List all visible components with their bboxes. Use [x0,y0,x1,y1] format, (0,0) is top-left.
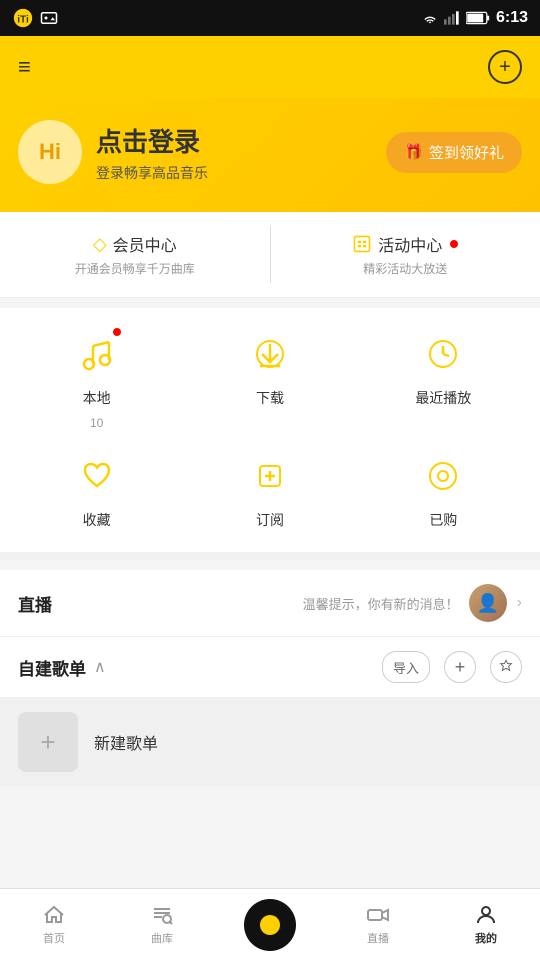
download-item[interactable]: 下载 [230,328,310,430]
purchased-label: 已购 [429,510,457,530]
subscribe-label: 订阅 [256,510,284,530]
membership-row: ◇ 会员中心 开通会员畅享千万曲库 活动中心 精彩活动大放送 [0,212,540,298]
vip-subtitle: 开通会员畅享千万曲库 [75,260,195,277]
nav-library[interactable]: 曲库 [108,903,216,946]
activity-subtitle: 精彩活动大放送 [363,260,447,277]
nav-profile[interactable]: 我的 [432,903,540,946]
nav-play-center[interactable] [216,899,324,951]
heart-icon [79,458,115,494]
activity-badge [450,240,458,248]
new-playlist-icon: + [18,712,78,772]
import-button[interactable]: 导入 [382,651,430,683]
purchased-icon [425,458,461,494]
app-icon: iTi [12,7,34,29]
playlist-title: 自建歌单 [18,655,86,680]
status-bar: iTi 6:13 [0,0,540,36]
local-music-item[interactable]: 本地 10 [57,328,137,430]
activity-icon [352,234,372,254]
live-chevron: › [517,594,522,612]
gear-icon [498,659,514,675]
activity-title: 活动中心 [378,232,442,256]
signal-icon [444,10,460,26]
nav-home-label: 首页 [43,930,65,946]
vip-title: 会员中心 [113,232,177,256]
banner-title: 点击登录 [96,122,208,159]
home-icon [42,903,66,927]
status-right: 6:13 [422,9,528,27]
local-label: 本地 [83,388,111,408]
bottom-navigation: 首页 曲库 直播 我的 [0,888,540,960]
nav-live-label: 直播 [367,930,389,946]
login-banner[interactable]: Hi 点击登录 登录畅享高品音乐 🎁 签到领好礼 [0,98,540,212]
download-icon [252,336,288,372]
svg-text:iTi: iTi [17,15,29,26]
sign-in-button[interactable]: 🎁 签到领好礼 [386,132,522,173]
avatar: Hi [18,120,82,184]
profile-icon [474,903,498,927]
video-icon [366,903,390,927]
menu-button[interactable]: ≡ [18,54,31,80]
add-button[interactable]: + [488,50,522,84]
function-grid-row1: 本地 10 下载 最近播放 [0,308,540,440]
recent-play-icon [425,336,461,372]
play-icon [260,915,280,935]
nav-home[interactable]: 首页 [0,903,108,946]
activity-center-item[interactable]: 活动中心 精彩活动大放送 [271,226,540,283]
subscribe-item[interactable]: 订阅 [230,450,310,530]
live-section[interactable]: 直播 温馨提示，你有新的消息！ 👤 › [0,570,540,637]
battery-icon [466,11,490,25]
download-label: 下载 [256,388,284,408]
new-playlist-label: 新建歌单 [94,730,158,754]
nav-profile-label: 我的 [475,930,497,946]
local-count: 10 [90,416,103,430]
favorites-label: 收藏 [83,510,111,530]
new-playlist-item[interactable]: + 新建歌单 [0,698,540,786]
photo-icon [40,11,58,25]
local-badge [113,328,121,336]
play-button[interactable] [244,899,296,951]
settings-button[interactable] [490,651,522,683]
playlist-section: 自建歌单 ∧ 导入 + [0,637,540,698]
live-title: 直播 [18,591,52,616]
banner-subtitle: 登录畅享高品音乐 [96,163,208,183]
page-header: ≡ + [0,36,540,98]
subscribe-icon [252,458,288,494]
add-playlist-button[interactable]: + [444,651,476,683]
music-note-icon [79,336,115,372]
playlist-collapse-icon[interactable]: ∧ [94,657,106,677]
clock-time: 6:13 [496,9,528,27]
function-grid-row2: 收藏 订阅 已购 [0,440,540,560]
nav-library-label: 曲库 [151,930,173,946]
vip-icon: ◇ [93,234,107,255]
live-hint: 温馨提示，你有新的消息！ [303,594,459,613]
recent-play-item[interactable]: 最近播放 [403,328,483,430]
purchased-item[interactable]: 已购 [403,450,483,530]
live-avatar: 👤 [469,584,507,622]
recent-play-label: 最近播放 [415,388,471,408]
library-icon [150,903,174,927]
nav-live[interactable]: 直播 [324,903,432,946]
wifi-icon [422,10,438,26]
favorites-item[interactable]: 收藏 [57,450,137,530]
vip-center-item[interactable]: ◇ 会员中心 开通会员畅享千万曲库 [0,226,271,283]
status-left-icons: iTi [12,7,58,29]
